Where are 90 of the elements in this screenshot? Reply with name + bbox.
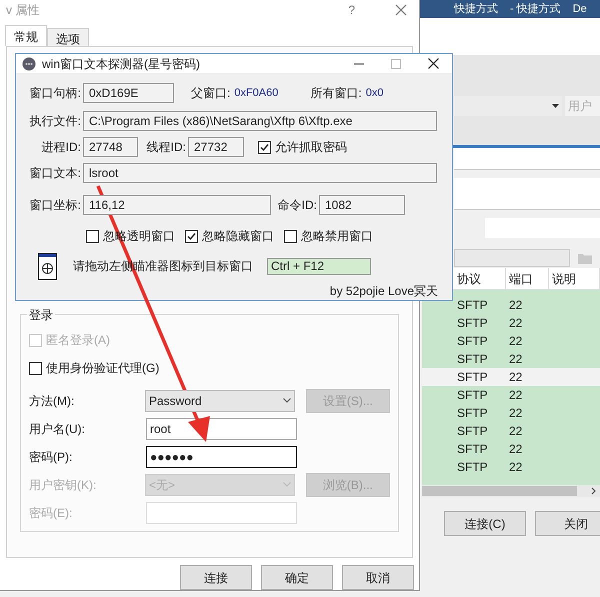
tab[interactable]: 常规: [5, 25, 47, 46]
tab[interactable]: 选项: [47, 28, 89, 46]
input-field[interactable]: ●●●●●●: [146, 446, 297, 468]
dialog-button[interactable]: 取消: [342, 565, 414, 590]
field-label: 窗口坐标:: [28, 197, 81, 214]
checkmark-icon: [260, 142, 269, 152]
field-label: 窗口文本:: [28, 165, 81, 182]
scroll-thumb[interactable]: [422, 486, 577, 496]
table-cell-text: SFTP: [456, 423, 489, 440]
checkbox[interactable]: [258, 140, 271, 154]
field-label: 线程ID:: [146, 139, 186, 156]
maximize-icon[interactable]: [391, 58, 401, 68]
column-header[interactable]: 端口: [506, 268, 549, 289]
table-cell-text: SFTP: [456, 333, 489, 350]
horizontal-scrollbar[interactable]: [422, 485, 600, 497]
hotkey-field[interactable]: Ctrl + F12: [267, 258, 371, 274]
checkbox-label: 匿名登录(A): [46, 332, 110, 349]
table-cell-text: 22: [508, 441, 524, 458]
dialog-button[interactable]: 关闭: [535, 511, 600, 536]
dialog-button[interactable]: 连接: [180, 565, 252, 590]
chevron-right-icon[interactable]: [591, 487, 596, 495]
field-label: 方法(M):: [29, 392, 76, 410]
table-row[interactable]: SFTP 22: [422, 368, 600, 386]
checkbox[interactable]: [185, 230, 198, 242]
shortcut-label[interactable]: - 快捷方式: [510, 0, 561, 18]
checkbox-label: 忽略隐藏窗口: [202, 228, 274, 245]
folder-icon[interactable]: [578, 252, 592, 264]
table-cell-text: SFTP: [456, 441, 489, 458]
field-label: 所有窗口:: [310, 85, 362, 102]
table-cell-text: 22: [508, 351, 524, 368]
column-header[interactable]: 说明: [549, 268, 600, 289]
table-cell-text: SFTP: [456, 405, 489, 422]
host-dropdown[interactable]: [454, 96, 562, 116]
table-cell-text: 22: [508, 369, 524, 386]
close-icon[interactable]: [428, 58, 439, 69]
coords-field: 116,12: [83, 195, 271, 215]
field-label: 命令ID:: [276, 197, 317, 214]
checkbox[interactable]: [86, 230, 99, 242]
window-title: v 属性: [6, 2, 40, 19]
command-id-field: 1082: [319, 195, 405, 215]
handle-field: 0xD169E: [83, 83, 174, 103]
caret-icon: [552, 104, 559, 108]
checkbox-label: 忽略禁用窗口: [301, 228, 373, 245]
help-button[interactable]: ?: [348, 1, 355, 19]
text-area[interactable]: [454, 178, 600, 210]
parent-value: 0xF0A60: [234, 86, 278, 101]
app-icon: [22, 56, 36, 70]
table-cell-text: SFTP: [456, 387, 489, 404]
table-cell-text: 22: [508, 315, 524, 332]
path-field: C:\Program Files (x86)\NetSarang\Xftp 6\Xftp.exe: [83, 111, 437, 131]
thread-id-field: 27732: [188, 137, 244, 157]
dialog-button[interactable]: 确定: [261, 565, 333, 590]
chevron-down-icon: [282, 482, 291, 487]
text-field[interactable]: [454, 148, 600, 170]
dialog-button[interactable]: 连接(C): [444, 511, 526, 536]
table-cell-text: 22: [508, 333, 524, 350]
table-cell-text: 22: [508, 297, 524, 314]
table-cell-text: SFTP: [456, 315, 489, 332]
field-label: 父窗口:: [191, 85, 230, 102]
window-title: win窗口文本探测器(星号密码): [42, 56, 201, 72]
field-label: 密码(P):: [29, 448, 74, 466]
owner-value: 0x0: [366, 86, 384, 101]
table-cell-text: 22: [508, 423, 524, 440]
table-cell-text: SFTP: [456, 297, 489, 314]
crosshair-icon[interactable]: [38, 252, 57, 280]
field-label: 执行文件:: [28, 113, 81, 130]
field-label: 用户名(U):: [29, 420, 86, 438]
field-label: 密码(E):: [29, 504, 74, 522]
chevron-down-icon: [282, 398, 291, 403]
process-id-field: 27748: [83, 137, 138, 157]
checkbox[interactable]: [284, 230, 297, 242]
dropdown[interactable]: Password: [144, 390, 295, 412]
field-label: 用户密钥(K):: [29, 476, 98, 494]
shortcut-label[interactable]: 快捷方式: [454, 0, 498, 18]
table-cell-text: 22: [508, 387, 524, 404]
shortcut-label[interactable]: De: [572, 0, 587, 18]
field-label: 窗口句柄:: [28, 85, 81, 102]
table-cell-text: SFTP: [456, 459, 489, 476]
checkbox-label: 使用身份验证代理(G): [46, 360, 160, 377]
table-cell-text: 22: [508, 459, 524, 476]
path-field[interactable]: [454, 249, 570, 267]
checkmark-icon: [187, 232, 196, 240]
input-field[interactable]: root: [146, 418, 297, 440]
field-label: 进程ID:: [40, 139, 81, 156]
checkbox-label: 允许抓取密码: [275, 139, 347, 156]
column-header[interactable]: 协议: [454, 268, 506, 289]
checkbox[interactable]: [29, 362, 42, 374]
table-cell-text: 22: [508, 405, 524, 422]
table-cell-text: SFTP: [456, 351, 489, 368]
table-cell-text: SFTP: [456, 369, 489, 386]
